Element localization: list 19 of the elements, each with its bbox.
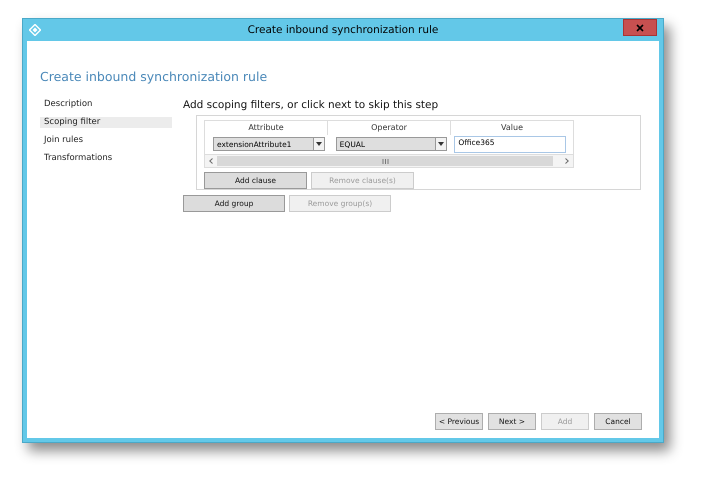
diamond-icon xyxy=(29,24,41,36)
dropdown-arrow-icon xyxy=(316,142,322,146)
page-heading: Create inbound synchronization rule xyxy=(40,69,268,84)
sidebar-item[interactable]: Join rules xyxy=(40,135,172,146)
scroll-right-icon xyxy=(565,158,569,164)
column-header: Value xyxy=(500,122,524,134)
grip-icon xyxy=(382,158,388,164)
sidebar-item[interactable]: Description xyxy=(40,99,172,110)
sidebar-item[interactable]: Scoping filter xyxy=(40,117,172,128)
sidebar-item[interactable]: Transformations xyxy=(40,153,172,164)
column-header: Operator xyxy=(328,121,451,135)
column-header: Attribute xyxy=(205,121,328,135)
window-title: Create inbound synchronization rule xyxy=(246,24,440,36)
dropdown-arrow-icon xyxy=(438,142,444,146)
close-button[interactable] xyxy=(623,19,657,36)
step-title: Add scoping filters, or click next to skip this step xyxy=(183,99,440,111)
horizontal-scrollbar[interactable] xyxy=(205,154,573,167)
close-icon xyxy=(636,24,644,32)
scroll-left-icon xyxy=(209,158,213,164)
